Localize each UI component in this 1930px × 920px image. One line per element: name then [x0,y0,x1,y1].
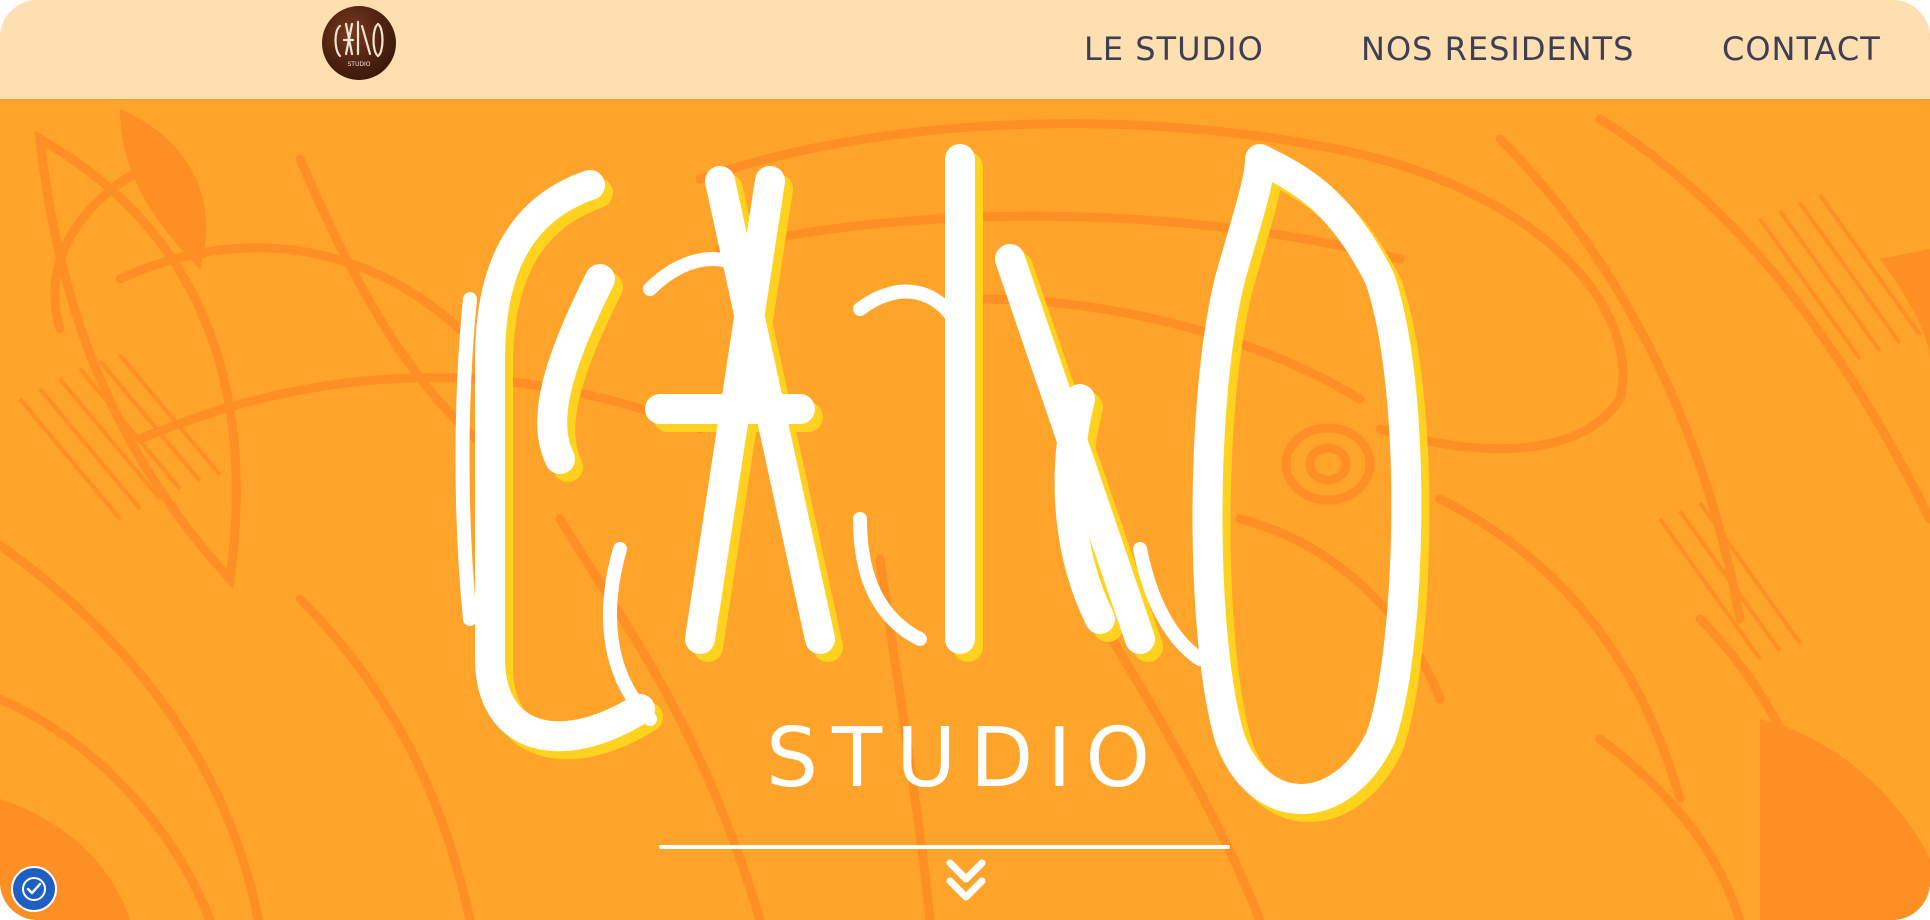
accessibility-icon [22,877,46,901]
logo-wordmark-icon: STUDIO [334,20,384,68]
page-frame: STUDIO STUDIO LE STUDIO NOS RESIDENTS CO… [0,0,1930,920]
hero-divider [659,845,1230,849]
nav-nos-residents[interactable]: NOS RESIDENTS [1361,30,1634,68]
accessibility-button[interactable] [11,866,57,912]
svg-text:STUDIO: STUDIO [348,61,371,68]
studio-subtitle: STUDIO [765,711,1165,806]
callao-studio-logo[interactable]: STUDIO [322,6,396,80]
double-chevron-down-icon[interactable] [946,857,986,905]
nav-contact[interactable]: CONTACT [1722,30,1881,68]
hero-section: STUDIO [0,99,1930,920]
top-navigation-bar: STUDIO LE STUDIO NOS RESIDENTS CONTACT [0,0,1930,99]
nav-le-studio[interactable]: LE STUDIO [1084,30,1264,68]
